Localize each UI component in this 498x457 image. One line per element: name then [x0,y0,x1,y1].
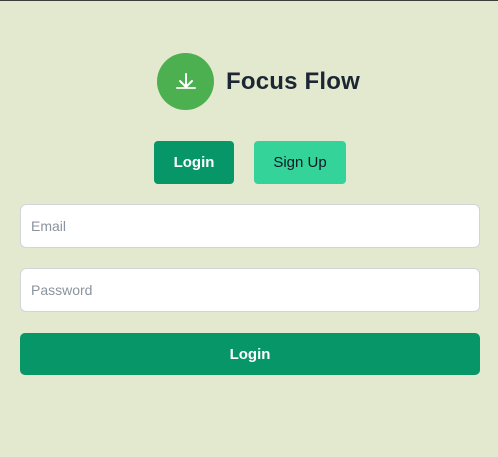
check-arrow-icon [175,72,196,89]
tab-login[interactable]: Login [154,141,234,184]
tab-sign-up[interactable]: Sign Up [254,141,346,184]
window-top-border [0,0,498,1]
app-title: Focus Flow [226,67,360,95]
password-field[interactable] [20,268,480,312]
email-field[interactable] [20,204,480,248]
app-logo [157,53,214,110]
login-submit-button[interactable]: Login [20,333,480,375]
brand-header: Focus Flow [157,53,360,110]
